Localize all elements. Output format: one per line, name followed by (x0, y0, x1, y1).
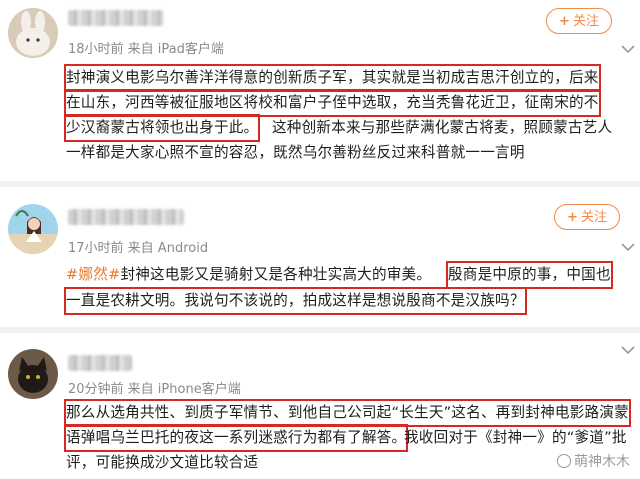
watermark: 萌神木木 (557, 451, 630, 471)
highlighted-text: 在山东，河西等被征服地区将校和富户子侄中选取，充当秃鲁花近卫，征南宋的不 (64, 89, 601, 117)
girl-avatar-icon (8, 204, 58, 254)
avatar[interactable] (8, 349, 58, 399)
comment-2: 17小时前 来自 Android + 关注 #娜然#封神这电影又是骑射又是各种壮实… (0, 187, 640, 327)
username-blurred[interactable] (68, 209, 184, 225)
chevron-down-icon[interactable] (620, 345, 636, 355)
plus-icon: + (567, 210, 578, 225)
comment-meta: 17小时前 来自 Android (68, 241, 209, 256)
comment-text: 这种创新本来与那些萨满化蒙古将麦，照顾蒙古艺人 (272, 119, 613, 136)
comment-text: 评，可能换成沙文道比较合适 (66, 454, 259, 471)
highlighted-text: 语弹唱乌兰巴托的夜这一系列迷惑行为都有了解答。 (63, 424, 409, 452)
highlighted-text: 一直是农耕文明。我说句不该说的，拍成这样是想说殷商不是汉族吗？ (64, 287, 527, 315)
username-blurred[interactable] (68, 10, 164, 26)
username-blurred[interactable] (68, 355, 132, 371)
plus-icon: + (559, 14, 570, 29)
comment-3: 20分钟前 来自 iPhone客户端 那么从选角共性、到质子军情节、到他自己公司… (0, 333, 640, 479)
comment-text: #娜然#封神这电影又是骑射又是各种壮实高大的审美。 (66, 266, 432, 283)
comment-meta: 18小时前 来自 iPad客户端 (68, 42, 224, 57)
follow-button[interactable]: + 关注 (554, 204, 620, 230)
chevron-down-icon[interactable] (620, 44, 636, 54)
watermark-logo-icon (557, 454, 571, 468)
comment-text: 一样都是大家心照不宣的容忍，既然乌尔善粉丝反过来科普就一一言明 (66, 144, 525, 161)
follow-button[interactable]: + 关注 (546, 8, 612, 34)
comment-1: 18小时前 来自 iPad客户端 + 关注 封神演义电影乌尔善洋洋得意的创新质子军… (0, 0, 640, 185)
chevron-down-icon[interactable] (620, 242, 636, 252)
highlighted-text: 殷商是中原的事，中国也 (446, 261, 613, 289)
avatar[interactable] (8, 204, 58, 254)
highlighted-text: 少汉裔蒙古将领也出身于此。 (63, 114, 261, 142)
cat-avatar-icon (8, 349, 58, 399)
rabbit-avatar-icon (8, 8, 58, 58)
comment-meta: 20分钟前 来自 iPhone客户端 (68, 382, 241, 397)
hashtag[interactable]: #娜然# (66, 266, 120, 283)
avatar[interactable] (8, 8, 58, 58)
comment-text: 我收回对于《封神一》的“爹道”批 (404, 429, 627, 446)
highlighted-text: 那么从选角共性、到质子军情节、到他自己公司起“长生天”这名、再到封神电影路演蒙 (64, 399, 631, 427)
highlighted-text: 封神演义电影乌尔善洋洋得意的创新质子军，其实就是当初成吉思汗创立的，后来 (64, 64, 601, 92)
